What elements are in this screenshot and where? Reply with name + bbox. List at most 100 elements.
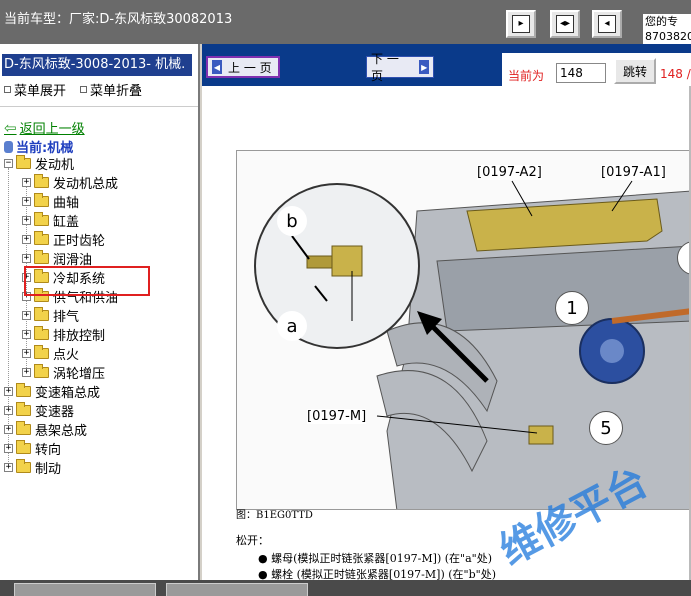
tree-node[interactable]: − 发动机 [4, 154, 74, 173]
last-page-icon: ◂ [598, 15, 616, 33]
instruction-item-2: ● 螺栓 (模拟正时链张紧器[0197-M]) (在"b"处) [258, 568, 496, 580]
taskbar [0, 580, 691, 596]
instruction-text: 螺栓 (模拟正时链张紧器[0197-M]) (在"b"处) [271, 568, 496, 580]
total-pages: 148 / [660, 67, 691, 81]
tree-node-label: 制动 [35, 462, 62, 477]
user-info-panel: 您的专 8703820 [643, 14, 691, 44]
prev-page-label: 上 一 页 [228, 60, 272, 75]
collapse-icon[interactable]: − [4, 159, 13, 168]
tool-label-a2: [0197-A2] [477, 165, 542, 180]
square-icon [4, 86, 11, 93]
expand-icon[interactable]: + [22, 178, 31, 187]
tree-node-label: 排气 [53, 310, 80, 325]
user-info-line-1: 您的专 [645, 15, 678, 28]
menu-expand-link[interactable]: 菜单展开 [4, 80, 66, 99]
tree-node[interactable]: + 悬架总成 [4, 420, 87, 439]
folder-icon [16, 383, 31, 397]
expand-icon[interactable]: + [22, 330, 31, 339]
folder-icon [34, 364, 49, 378]
instruction-item-1: ● 螺母(模拟正时链张紧器[0197-M]) (在"a"处) [258, 552, 493, 565]
figure-caption: 图：B1EG0TTD [236, 510, 313, 521]
tree-node-label: 发动机总成 [53, 177, 119, 192]
square-icon [80, 86, 88, 93]
expand-icon[interactable]: + [4, 463, 13, 472]
folder-icon [34, 174, 49, 188]
folder-icon [16, 421, 31, 435]
callout-letter-a: a [277, 311, 307, 341]
taskbar-button[interactable] [14, 583, 156, 596]
tree-node-label: 变速箱总成 [35, 386, 101, 401]
folder-icon [34, 212, 49, 226]
tree-node-label: 正时齿轮 [53, 234, 106, 249]
callout-letter-b: b [277, 206, 307, 236]
expand-icon[interactable]: + [22, 368, 31, 377]
tree-node[interactable]: + 转向 [4, 439, 61, 458]
loosen-heading: 松开： [236, 534, 269, 547]
back-arrow-icon: ⇦ [4, 118, 17, 137]
menu-expand-label: 菜单展开 [14, 84, 67, 99]
expand-icon[interactable]: + [22, 216, 31, 225]
tree-node[interactable]: + 变速箱总成 [4, 382, 100, 401]
tree-node[interactable]: + 发动机总成 [22, 173, 118, 192]
tree-node[interactable]: + 曲轴 [22, 192, 79, 211]
expand-icon[interactable]: + [4, 387, 13, 396]
callout-number-5: 5 [589, 411, 623, 445]
tree-node[interactable]: + 排气 [22, 306, 79, 325]
next-page-button[interactable]: 下 一 页 ▶ [366, 52, 434, 83]
first-page-button[interactable]: ▸ [506, 10, 536, 38]
tree-node[interactable]: + 排放控制 [22, 325, 105, 344]
menu-toggle-row: 菜单展开 菜单折叠 [4, 80, 152, 99]
prev-page-button[interactable]: ◀ 上 一 页 [206, 56, 280, 78]
last-page-button[interactable]: ◂ [592, 10, 622, 38]
tool-label-m: [0197-M] [307, 409, 367, 424]
tree-node-label: 发动机 [35, 158, 75, 173]
top-bar: 当前车型：厂家:D-东风标致30082013 ▸ ◂▸ ◂ 您的专 870382… [0, 0, 691, 44]
page-number-input[interactable] [556, 63, 606, 83]
tree-node[interactable]: + 变速器 [4, 401, 74, 420]
folder-icon [34, 231, 49, 245]
expand-icon[interactable]: + [4, 406, 13, 415]
highlight-box [24, 266, 150, 296]
vehicle-model-title: 当前车型：厂家:D-东风标致30082013 [4, 12, 233, 27]
current-page-label: 当前为 [508, 69, 545, 83]
tree-node-label: 悬架总成 [35, 424, 88, 439]
folder-icon [16, 459, 31, 473]
menu-collapse-link[interactable]: 菜单折叠 [80, 80, 142, 99]
tree-node[interactable]: + 涡轮增压 [22, 363, 105, 382]
tree-node[interactable]: + 正时齿轮 [22, 230, 105, 249]
tree-node[interactable]: + 缸盖 [22, 211, 79, 230]
first-page-icon: ▸ [512, 15, 530, 33]
split-view-button[interactable]: ◂▸ [550, 10, 580, 38]
split-view-icon: ◂▸ [556, 15, 574, 33]
folder-icon [34, 193, 49, 207]
jump-button[interactable]: 跳转 [614, 58, 656, 84]
expand-icon[interactable]: + [22, 349, 31, 358]
expand-icon[interactable]: + [4, 444, 13, 453]
page-jump-panel: 当前为 跳转 148 / [502, 53, 691, 86]
page-nav-bar: ◀ 上 一 页 下 一 页 ▶ 当前为 跳转 148 / [202, 44, 691, 86]
expand-icon[interactable]: + [22, 235, 31, 244]
arrow-right-icon: ▶ [419, 60, 429, 74]
folder-icon [34, 345, 49, 359]
folder-icon [34, 250, 49, 264]
expand-icon[interactable]: + [22, 197, 31, 206]
expand-icon[interactable]: + [22, 254, 31, 263]
tool-label-a1: [0197-A1] [601, 165, 666, 180]
tree-node-label: 转向 [35, 443, 62, 458]
folder-icon [16, 155, 31, 169]
database-icon [4, 140, 13, 153]
arrow-left-icon: ◀ [212, 60, 222, 74]
taskbar-button[interactable] [166, 583, 308, 596]
back-link[interactable]: ⇦ 返回上一级 [4, 118, 85, 138]
expand-icon[interactable]: + [4, 425, 13, 434]
expand-icon[interactable]: + [22, 311, 31, 320]
tree-node-label: 缸盖 [53, 215, 80, 230]
tree-node[interactable]: + 制动 [4, 458, 61, 477]
content-pane: ◀ 上 一 页 下 一 页 ▶ 当前为 跳转 148 / [202, 44, 691, 580]
next-page-label: 下 一 页 [371, 52, 399, 83]
tree-node[interactable]: + 点火 [22, 344, 79, 363]
folder-icon [16, 402, 31, 416]
user-info-line-2: 8703820 [645, 30, 691, 43]
tree-node-label: 排放控制 [53, 329, 106, 344]
folder-icon [16, 440, 31, 454]
